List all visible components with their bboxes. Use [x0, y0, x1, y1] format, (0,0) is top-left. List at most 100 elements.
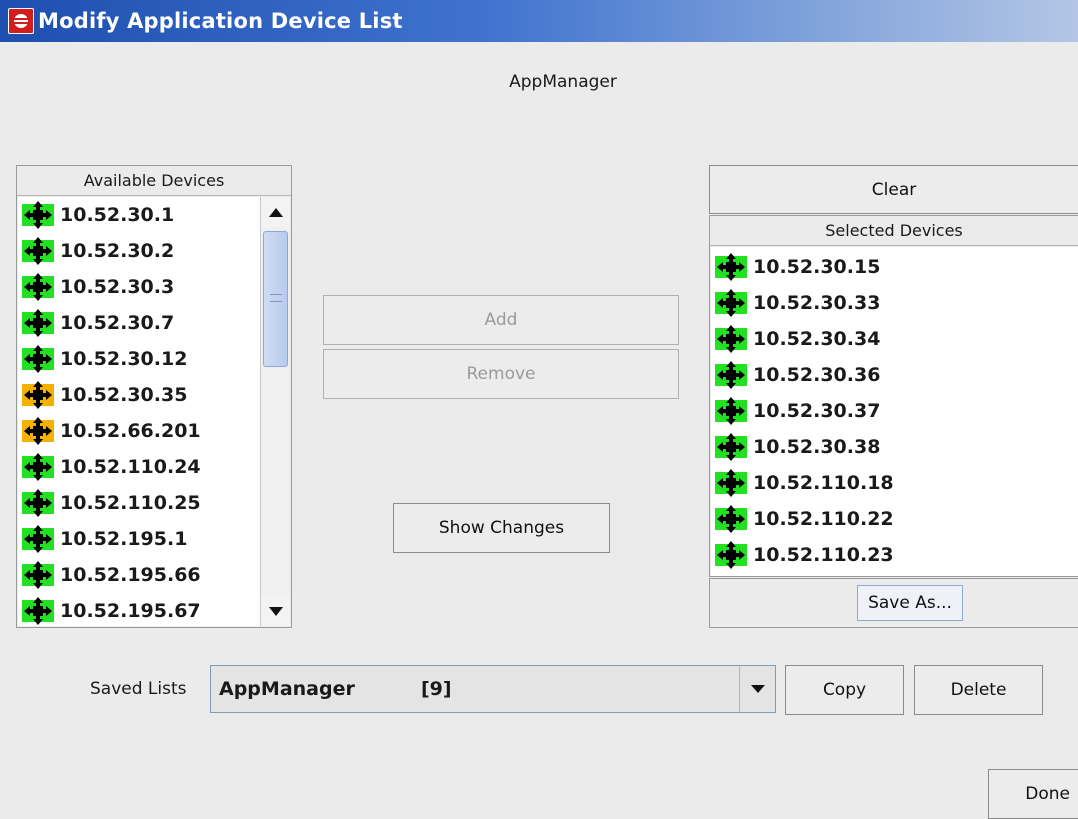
device-status-icon	[715, 469, 747, 497]
scroll-down-button[interactable]	[261, 596, 290, 626]
available-rows: 10.52.30.1 10.52.30.2 10.52.30.3 10.52.30.7…	[18, 197, 260, 626]
chevron-down-icon	[750, 685, 765, 693]
app-icon	[8, 8, 34, 34]
device-status-icon	[715, 289, 747, 317]
device-ip-label: 10.52.30.33	[753, 292, 881, 314]
available-devices-header: Available Devices	[17, 166, 291, 196]
device-ip-label: 10.52.110.25	[60, 492, 201, 514]
device-list-item[interactable]: 10.52.30.1	[18, 197, 260, 233]
arrow-up-icon	[268, 207, 283, 217]
available-devices-panel: Available Devices 10.52.30.1 10.52.30.2 10…	[16, 165, 292, 628]
device-list-item[interactable]: 10.52.30.12	[18, 341, 260, 377]
device-ip-label: 10.52.66.201	[60, 420, 201, 442]
device-ip-label: 10.52.30.36	[753, 364, 881, 386]
device-arrows-icon	[717, 433, 745, 461]
device-list-item[interactable]: 10.52.30.38	[711, 429, 1071, 465]
device-arrows-icon	[24, 345, 52, 373]
device-list-item[interactable]: 10.52.110.22	[711, 501, 1071, 537]
available-scrollbar[interactable]	[260, 197, 290, 626]
device-arrows-icon	[24, 525, 52, 553]
device-arrows-icon	[717, 253, 745, 281]
clear-button[interactable]: Clear	[709, 165, 1078, 214]
device-arrows-icon	[717, 541, 745, 569]
device-list-item[interactable]: 10.52.110.24	[18, 449, 260, 485]
selected-devices-list[interactable]: 10.52.30.15 10.52.30.33 10.52.30.34 10.52.3…	[711, 247, 1078, 576]
device-list-item[interactable]: 10.52.30.15	[711, 249, 1071, 285]
device-list-item[interactable]: 10.52.110.18	[711, 465, 1071, 501]
device-ip-label: 10.52.195.66	[60, 564, 201, 586]
device-status-icon	[22, 489, 54, 517]
device-list-item[interactable]: 10.52.30.35	[18, 377, 260, 413]
device-status-icon	[22, 381, 54, 409]
device-ip-label: 10.52.195.1	[60, 528, 188, 550]
device-arrows-icon	[24, 381, 52, 409]
done-button[interactable]: Done	[988, 769, 1078, 819]
available-devices-list[interactable]: 10.52.30.1 10.52.30.2 10.52.30.3 10.52.30.7…	[18, 197, 290, 626]
device-status-icon	[22, 525, 54, 553]
device-ip-label: 10.52.110.18	[753, 472, 894, 494]
delete-button[interactable]: Delete	[914, 665, 1043, 715]
device-arrows-icon	[717, 289, 745, 317]
device-arrows-icon	[717, 505, 745, 533]
device-status-icon	[715, 325, 747, 353]
saved-lists-combo[interactable]: AppManager [9]	[210, 665, 776, 713]
window-title: Modify Application Device List	[38, 9, 403, 33]
device-list-item[interactable]: 10.52.195.66	[18, 557, 260, 593]
device-ip-label: 10.52.30.37	[753, 400, 881, 422]
device-list-item[interactable]: 10.52.110.25	[18, 485, 260, 521]
device-status-icon	[715, 253, 747, 281]
remove-button[interactable]: Remove	[323, 349, 679, 399]
device-arrows-icon	[24, 561, 52, 589]
device-status-icon	[22, 417, 54, 445]
device-ip-label: 10.52.30.34	[753, 328, 881, 350]
device-list-item[interactable]: 10.52.195.1	[18, 521, 260, 557]
scroll-thumb[interactable]	[263, 231, 288, 367]
device-list-item[interactable]: 10.52.30.3	[18, 269, 260, 305]
copy-button[interactable]: Copy	[785, 665, 904, 715]
saved-list-count: [9]	[421, 678, 452, 700]
selected-rows: 10.52.30.15 10.52.30.33 10.52.30.34 10.52.3…	[711, 249, 1071, 573]
device-status-icon	[22, 273, 54, 301]
device-ip-label: 10.52.110.23	[753, 544, 894, 566]
add-button[interactable]: Add	[323, 295, 679, 345]
dropdown-button[interactable]	[739, 666, 775, 712]
device-arrows-icon	[717, 397, 745, 425]
device-status-icon	[715, 433, 747, 461]
device-ip-label: 10.52.30.15	[753, 256, 881, 278]
save-as-button[interactable]: Save As...	[857, 585, 963, 621]
saved-lists-label: Saved Lists	[90, 679, 187, 699]
device-status-icon	[22, 201, 54, 229]
saved-list-name: AppManager	[219, 678, 355, 700]
device-status-icon	[22, 237, 54, 265]
device-list-item[interactable]: 10.52.30.37	[711, 393, 1071, 429]
device-list-item[interactable]: 10.52.195.67	[18, 593, 260, 626]
arrow-down-icon	[268, 606, 283, 616]
device-arrows-icon	[24, 489, 52, 517]
device-status-icon	[22, 561, 54, 589]
device-list-item[interactable]: 10.52.110.23	[711, 537, 1071, 573]
device-ip-label: 10.52.195.67	[60, 600, 201, 622]
device-status-icon	[22, 345, 54, 373]
device-list-item[interactable]: 10.52.30.36	[711, 357, 1071, 393]
device-list-item[interactable]: 10.52.30.34	[711, 321, 1071, 357]
device-ip-label: 10.52.30.3	[60, 276, 175, 298]
device-status-icon	[715, 505, 747, 533]
application-name: AppManager	[509, 72, 617, 92]
title-bar: Modify Application Device List	[0, 0, 1078, 42]
selected-devices-header: Selected Devices	[710, 216, 1078, 246]
show-changes-button[interactable]: Show Changes	[393, 503, 610, 553]
device-ip-label: 10.52.30.35	[60, 384, 188, 406]
device-list-item[interactable]: 10.52.30.7	[18, 305, 260, 341]
device-ip-label: 10.52.30.38	[753, 436, 881, 458]
device-ip-label: 10.52.110.24	[60, 456, 201, 478]
device-list-item[interactable]: 10.52.30.33	[711, 285, 1071, 321]
device-arrows-icon	[24, 201, 52, 229]
device-list-item[interactable]: 10.52.66.201	[18, 413, 260, 449]
device-status-icon	[715, 361, 747, 389]
scroll-up-button[interactable]	[261, 197, 290, 227]
device-ip-label: 10.52.30.2	[60, 240, 175, 262]
device-arrows-icon	[24, 237, 52, 265]
device-arrows-icon	[24, 597, 52, 625]
device-list-item[interactable]: 10.52.30.2	[18, 233, 260, 269]
device-arrows-icon	[24, 417, 52, 445]
